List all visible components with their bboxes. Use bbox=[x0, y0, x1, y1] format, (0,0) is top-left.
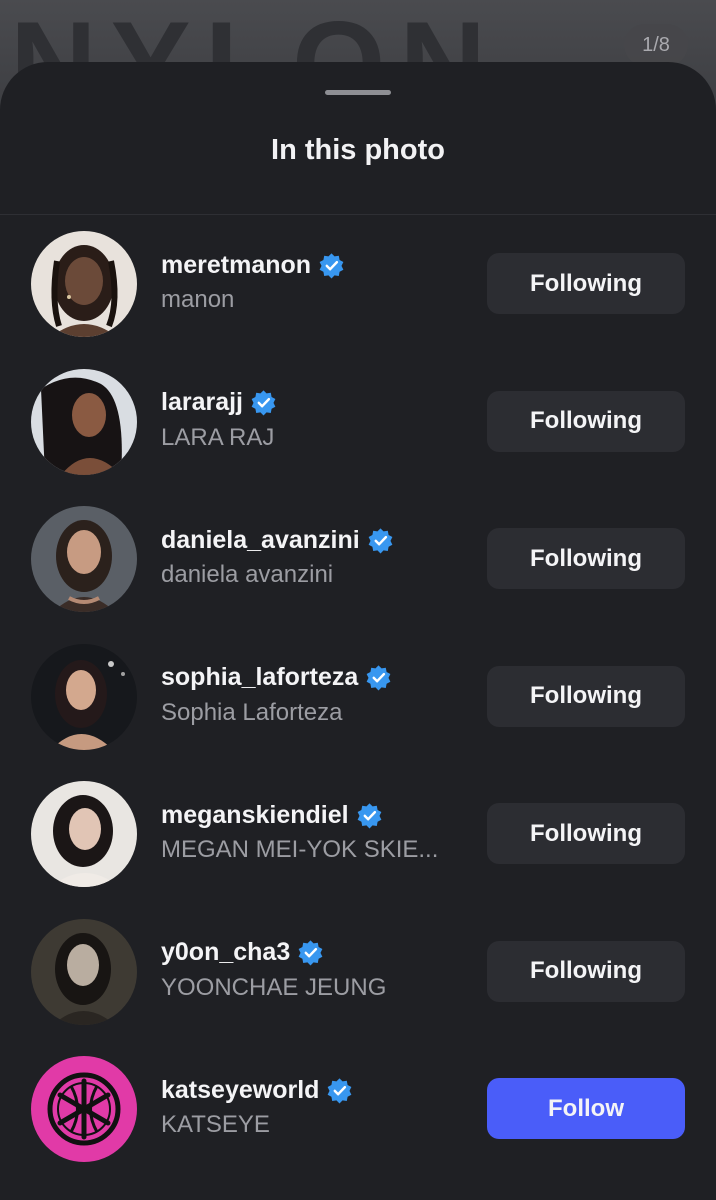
person-row[interactable]: lararajj LARA RAJ Following bbox=[0, 366, 716, 504]
person-text: lararajj LARA RAJ bbox=[161, 386, 471, 454]
full-name: MEGAN MEI-YOK SKIE... bbox=[161, 836, 439, 863]
following-button[interactable]: Following bbox=[487, 528, 685, 589]
username[interactable]: katseyeworld bbox=[161, 1076, 319, 1105]
username[interactable]: daniela_avanzini bbox=[161, 526, 360, 555]
username[interactable]: lararajj bbox=[161, 388, 243, 417]
person-row[interactable]: daniela_avanzini daniela avanzini Follow… bbox=[0, 503, 716, 641]
verified-badge-icon bbox=[298, 940, 323, 966]
following-button[interactable]: Following bbox=[487, 803, 685, 864]
person-row[interactable]: y0on_cha3 YOONCHAE JEUNG Following bbox=[0, 916, 716, 1054]
full-name: manon bbox=[161, 286, 235, 313]
username-line: meretmanon bbox=[161, 248, 471, 282]
full-name: LARA RAJ bbox=[161, 423, 275, 451]
sheet-drag-handle[interactable] bbox=[325, 90, 391, 95]
full-name: KATSEYE bbox=[161, 1111, 270, 1138]
verified-badge-icon bbox=[368, 527, 393, 553]
verified-badge-icon bbox=[366, 665, 391, 691]
verified-badge-icon bbox=[319, 252, 344, 278]
avatar[interactable] bbox=[31, 643, 137, 750]
person-row[interactable]: meganskiendiel MEGAN MEI-YOK SKIE... Fol… bbox=[0, 778, 716, 916]
username-line: daniela_avanzini bbox=[161, 523, 471, 557]
people-list: meretmanon manon Following lararajj LARA… bbox=[0, 228, 716, 1191]
username[interactable]: sophia_laforteza bbox=[161, 663, 358, 692]
username-line: lararajj bbox=[161, 386, 471, 420]
person-text: sophia_laforteza Sophia Laforteza bbox=[161, 661, 471, 729]
full-name: Sophia Laforteza bbox=[161, 698, 343, 726]
avatar[interactable] bbox=[31, 1056, 137, 1162]
person-text: daniela_avanzini daniela avanzini bbox=[161, 523, 471, 591]
person-row[interactable]: sophia_laforteza Sophia Laforteza Follow… bbox=[0, 641, 716, 779]
title-divider bbox=[0, 214, 716, 215]
following-button[interactable]: Following bbox=[487, 665, 685, 727]
following-button[interactable]: Following bbox=[487, 390, 685, 452]
following-button[interactable]: Following bbox=[487, 940, 685, 1002]
username-line: katseyeworld bbox=[161, 1073, 471, 1107]
full-name: daniela avanzini bbox=[161, 561, 334, 588]
following-button[interactable]: Following bbox=[487, 253, 685, 314]
tagged-people-sheet: In this photo meretmanon manon Following… bbox=[0, 62, 716, 1200]
photo-counter: 1/8 bbox=[624, 24, 688, 66]
username[interactable]: meretmanon bbox=[161, 251, 311, 280]
person-text: katseyeworld KATSEYE bbox=[161, 1073, 471, 1141]
username[interactable]: meganskiendiel bbox=[161, 801, 349, 830]
avatar[interactable] bbox=[31, 506, 137, 612]
username[interactable]: y0on_cha3 bbox=[161, 938, 290, 967]
avatar[interactable] bbox=[31, 781, 137, 887]
person-text: y0on_cha3 YOONCHAE JEUNG bbox=[161, 936, 471, 1004]
person-row[interactable]: meretmanon manon Following bbox=[0, 228, 716, 366]
sheet-title: In this photo bbox=[271, 134, 445, 166]
verified-badge-icon bbox=[328, 1077, 352, 1103]
username-line: y0on_cha3 bbox=[161, 936, 471, 970]
username-line: meganskiendiel bbox=[161, 798, 471, 832]
avatar[interactable] bbox=[31, 231, 137, 337]
full-name: YOONCHAE JEUNG bbox=[161, 973, 387, 1001]
person-text: meretmanon manon bbox=[161, 248, 471, 316]
person-row[interactable]: katseyeworld KATSEYE Follow bbox=[0, 1053, 716, 1191]
person-text: meganskiendiel MEGAN MEI-YOK SKIE... bbox=[161, 798, 471, 866]
follow-button[interactable]: Follow bbox=[487, 1078, 685, 1139]
avatar[interactable] bbox=[31, 918, 137, 1025]
username-line: sophia_laforteza bbox=[161, 661, 471, 695]
verified-badge-icon bbox=[251, 390, 276, 416]
verified-badge-icon bbox=[357, 802, 381, 828]
avatar[interactable] bbox=[31, 368, 137, 475]
